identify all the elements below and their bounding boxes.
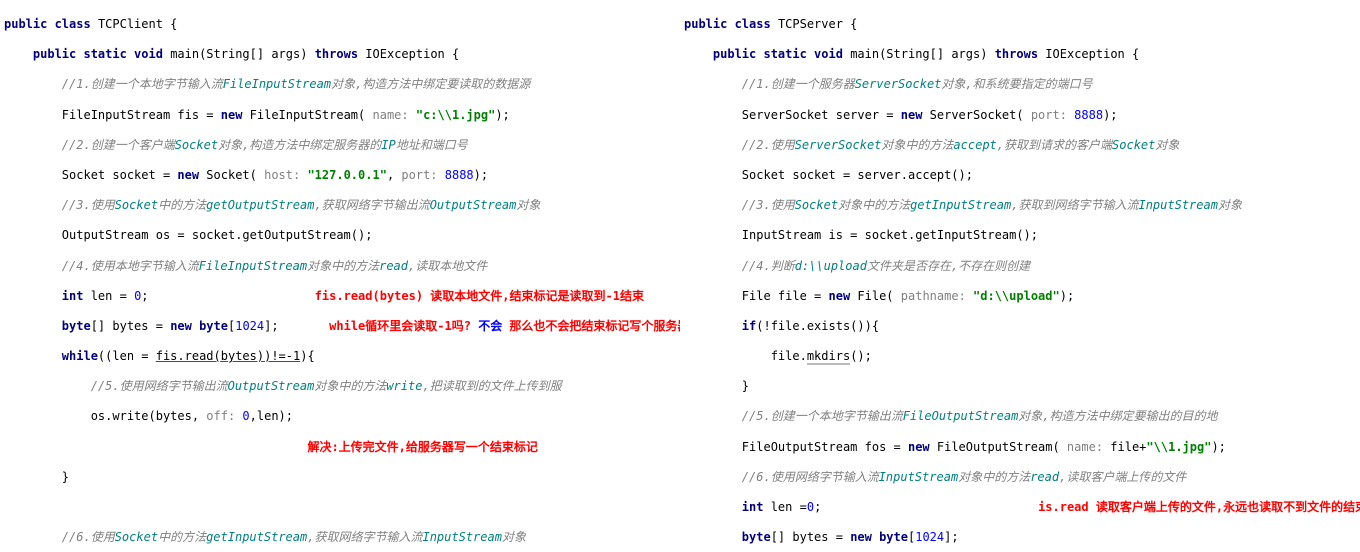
kw: public class [684,17,771,31]
annotation: is.read 读取客户端上传的文件,永远也读取不到文件的结束标记 [1038,500,1360,514]
ex: IOException { [365,47,459,61]
comment: //1.创建一个本地字节输入流FileInputStream对象,构造方法中绑定… [62,77,531,91]
underlined-code: fis.read(bytes))!=-1 [156,349,301,363]
comment: //2.创建一个客户端Socket对象,构造方法中绑定服务器的IP地址和端口号 [62,138,468,152]
comment: //5.创建一个本地字节输出流FileOutputStream对象,构造方法中绑… [742,409,1218,423]
class-name: TCPClient { [98,17,177,31]
comment: //3.使用Socket对象中的方法getInputStream,获取到网络字节… [742,198,1242,212]
comment: //4.判断d:\\upload文件夹是否存在,不存在则创建 [742,259,1030,273]
comment: //2.使用ServerSocket对象中的方法accept,获取到请求的客户端… [742,138,1180,152]
main: main(String[] args) [170,47,307,61]
class-name: TCPServer { [778,17,857,31]
right-code-pane: public class TCPServer { public static v… [680,0,1360,552]
annotation: 解决:上传完文件,给服务器写一个结束标记 [307,440,537,454]
comment: //1.创建一个服务器ServerSocket对象,和系统要指定的端口号 [742,77,1093,91]
comment: //3.使用Socket中的方法getOutputStream,获取网络字节输出… [62,198,541,212]
code: OutputStream os = socket.getOutputStream… [62,228,373,242]
code: Socket socket = [62,168,178,182]
left-code-pane: public class TCPClient { public static v… [0,0,680,552]
mkdirs-call: mkdirs [807,349,850,365]
comment: //6.使用Socket中的方法getInputStream,获取网络字节输入流… [62,530,526,544]
comment: //5.使用网络字节输出流OutputStream对象中的方法write,把读取… [91,379,562,393]
annotation: fis.read(bytes) 读取本地文件,结束标记是读取到-1结束 [315,289,644,303]
kw: throws [315,47,358,61]
kw: public static void [33,47,163,61]
comment: //6.使用网络字节输入流InputStream对象中的方法read,读取客户端… [742,470,1187,484]
code: FileInputStream fis = [62,108,221,122]
kw: public class [4,17,91,31]
annotation: while循环里会读取-1吗? 不会 那么也不会把结束标记写个服务器 [329,319,680,333]
comment: //4.使用本地字节输入流FileInputStream对象中的方法read,读… [62,259,487,273]
